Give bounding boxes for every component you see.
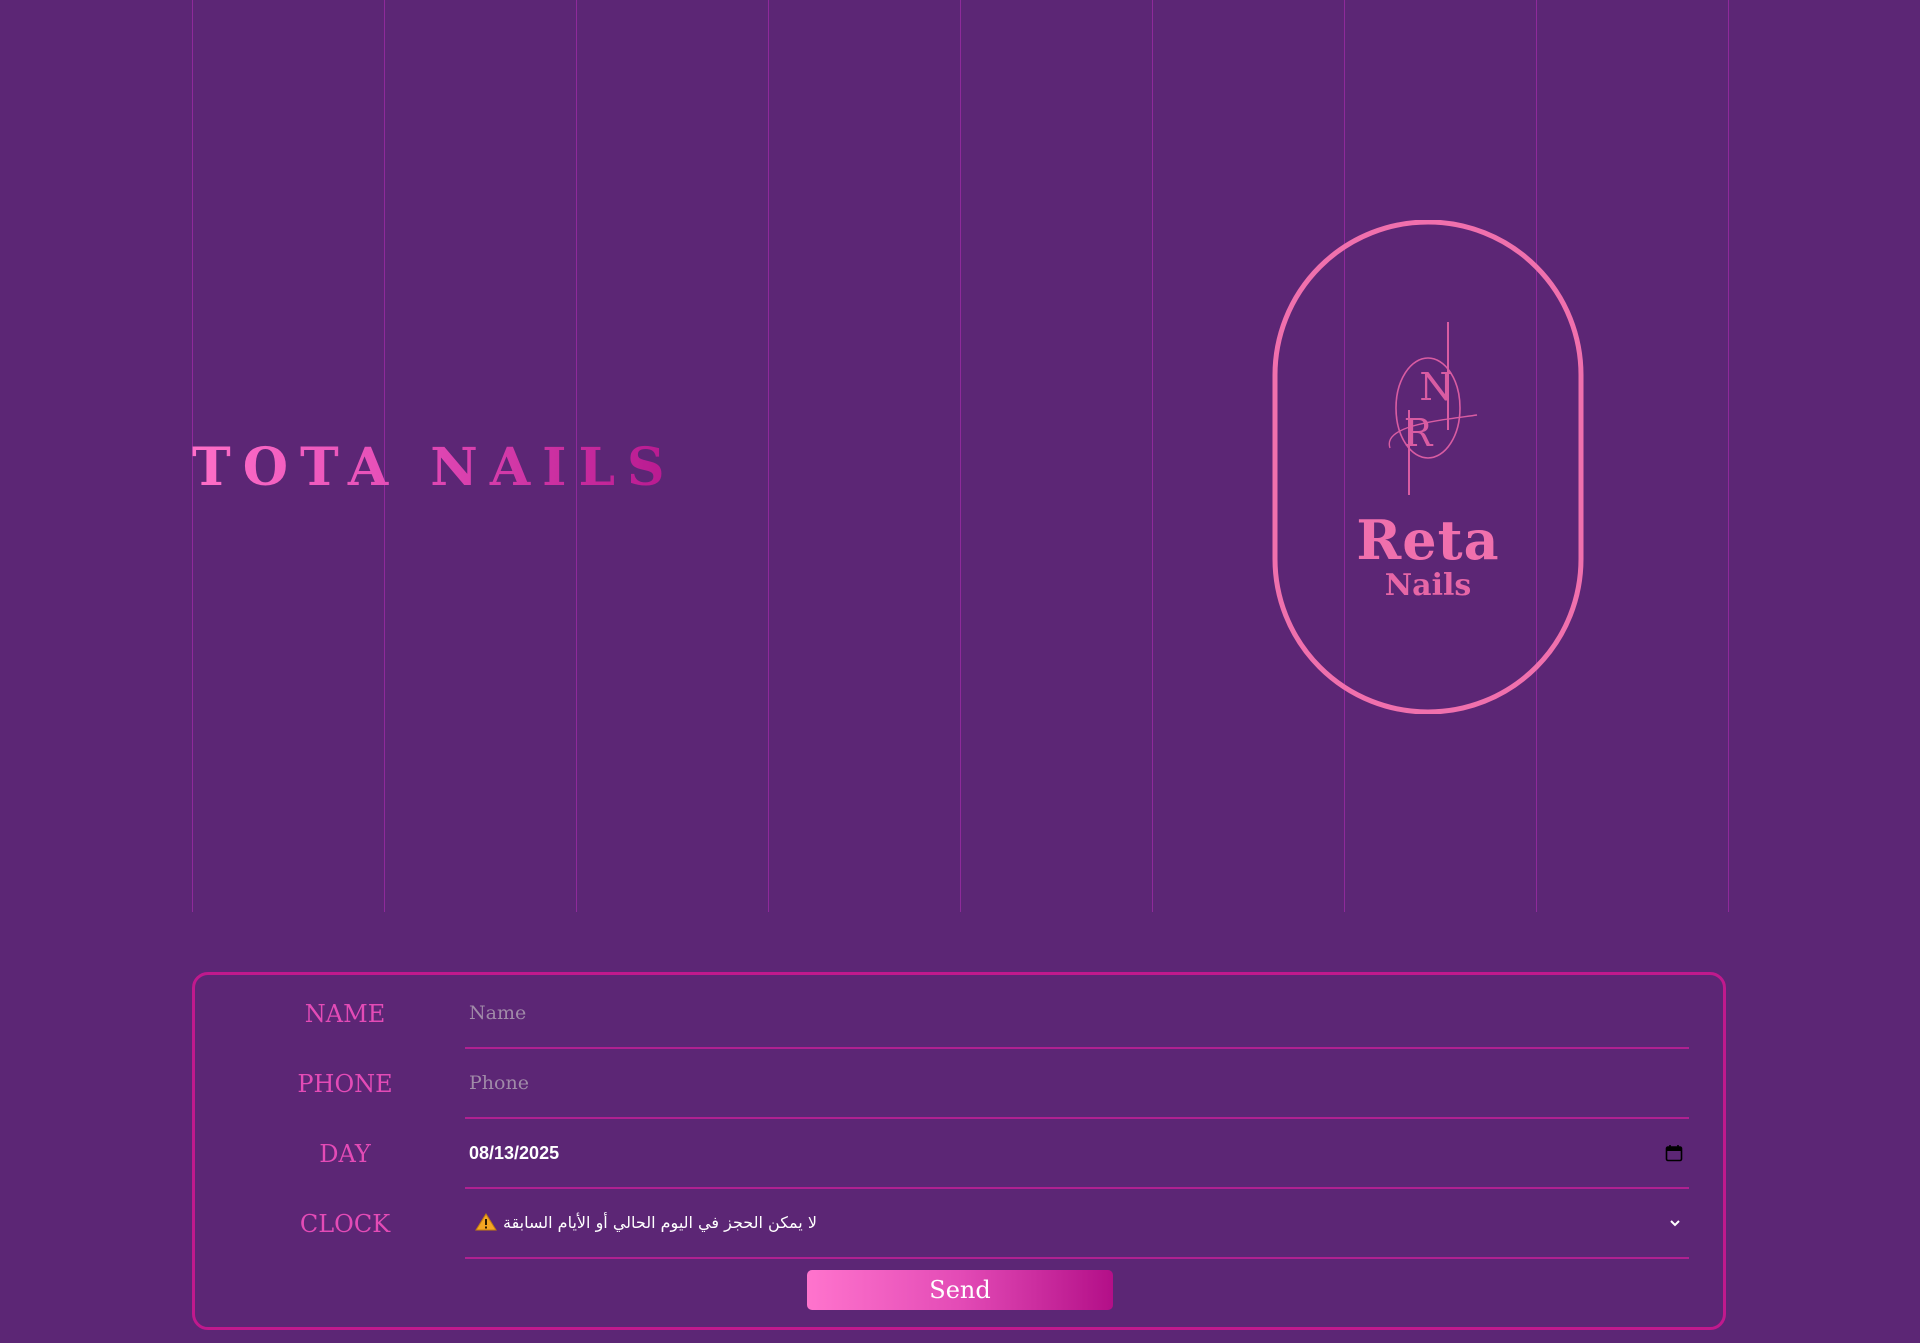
brand-logo: N R Reta Nails	[1272, 220, 1584, 714]
svg-text:R: R	[1404, 411, 1434, 455]
clock-label: CLOCK	[299, 1210, 391, 1238]
day-date-input[interactable]: 08/13/2025	[465, 1119, 1689, 1189]
logo-subtitle: Nails	[1384, 568, 1472, 603]
name-field-wrapper	[465, 979, 1689, 1049]
phone-label: PHONE	[297, 1070, 393, 1098]
brand-title: TOTA NAILS	[192, 434, 677, 502]
day-label: DAY	[319, 1140, 371, 1168]
name-input[interactable]	[465, 979, 1689, 1047]
name-row: NAME	[195, 979, 1723, 1049]
grid-line	[1728, 0, 1729, 912]
grid-line	[1152, 0, 1153, 912]
calendar-icon[interactable]	[1665, 1144, 1683, 1162]
phone-field-wrapper	[465, 1049, 1689, 1119]
phone-row: PHONE	[195, 1049, 1723, 1119]
phone-input[interactable]	[465, 1049, 1689, 1117]
name-label: NAME	[304, 1000, 386, 1028]
clock-selected-option: لا يمكن الحجز في اليوم الحالي أو الأيام …	[475, 1189, 817, 1257]
booking-form: NAME PHONE DAY 08/13/2025	[192, 972, 1726, 1330]
day-value: 08/13/2025	[469, 1143, 560, 1163]
page-root: TOTA NAILS N R Reta Nails NAME PHONE	[0, 0, 1920, 1343]
send-button[interactable]: Send	[807, 1270, 1113, 1310]
clock-row: CLOCK لا يمكن الحجز في اليوم الحالي أو ا…	[195, 1189, 1723, 1259]
clock-selected-text: لا يمكن الحجز في اليوم الحالي أو الأيام …	[503, 1213, 817, 1232]
chevron-down-icon[interactable]	[1667, 1216, 1683, 1230]
day-row: DAY 08/13/2025	[195, 1119, 1723, 1189]
clock-select[interactable]: لا يمكن الحجز في اليوم الحالي أو الأيام …	[465, 1189, 1689, 1259]
warning-icon	[475, 1213, 497, 1231]
svg-text:N: N	[1419, 365, 1452, 409]
grid-line	[960, 0, 961, 912]
grid-line	[768, 0, 769, 912]
logo-name: Reta	[1356, 508, 1500, 572]
logo-emblem: N R	[1272, 220, 1584, 714]
